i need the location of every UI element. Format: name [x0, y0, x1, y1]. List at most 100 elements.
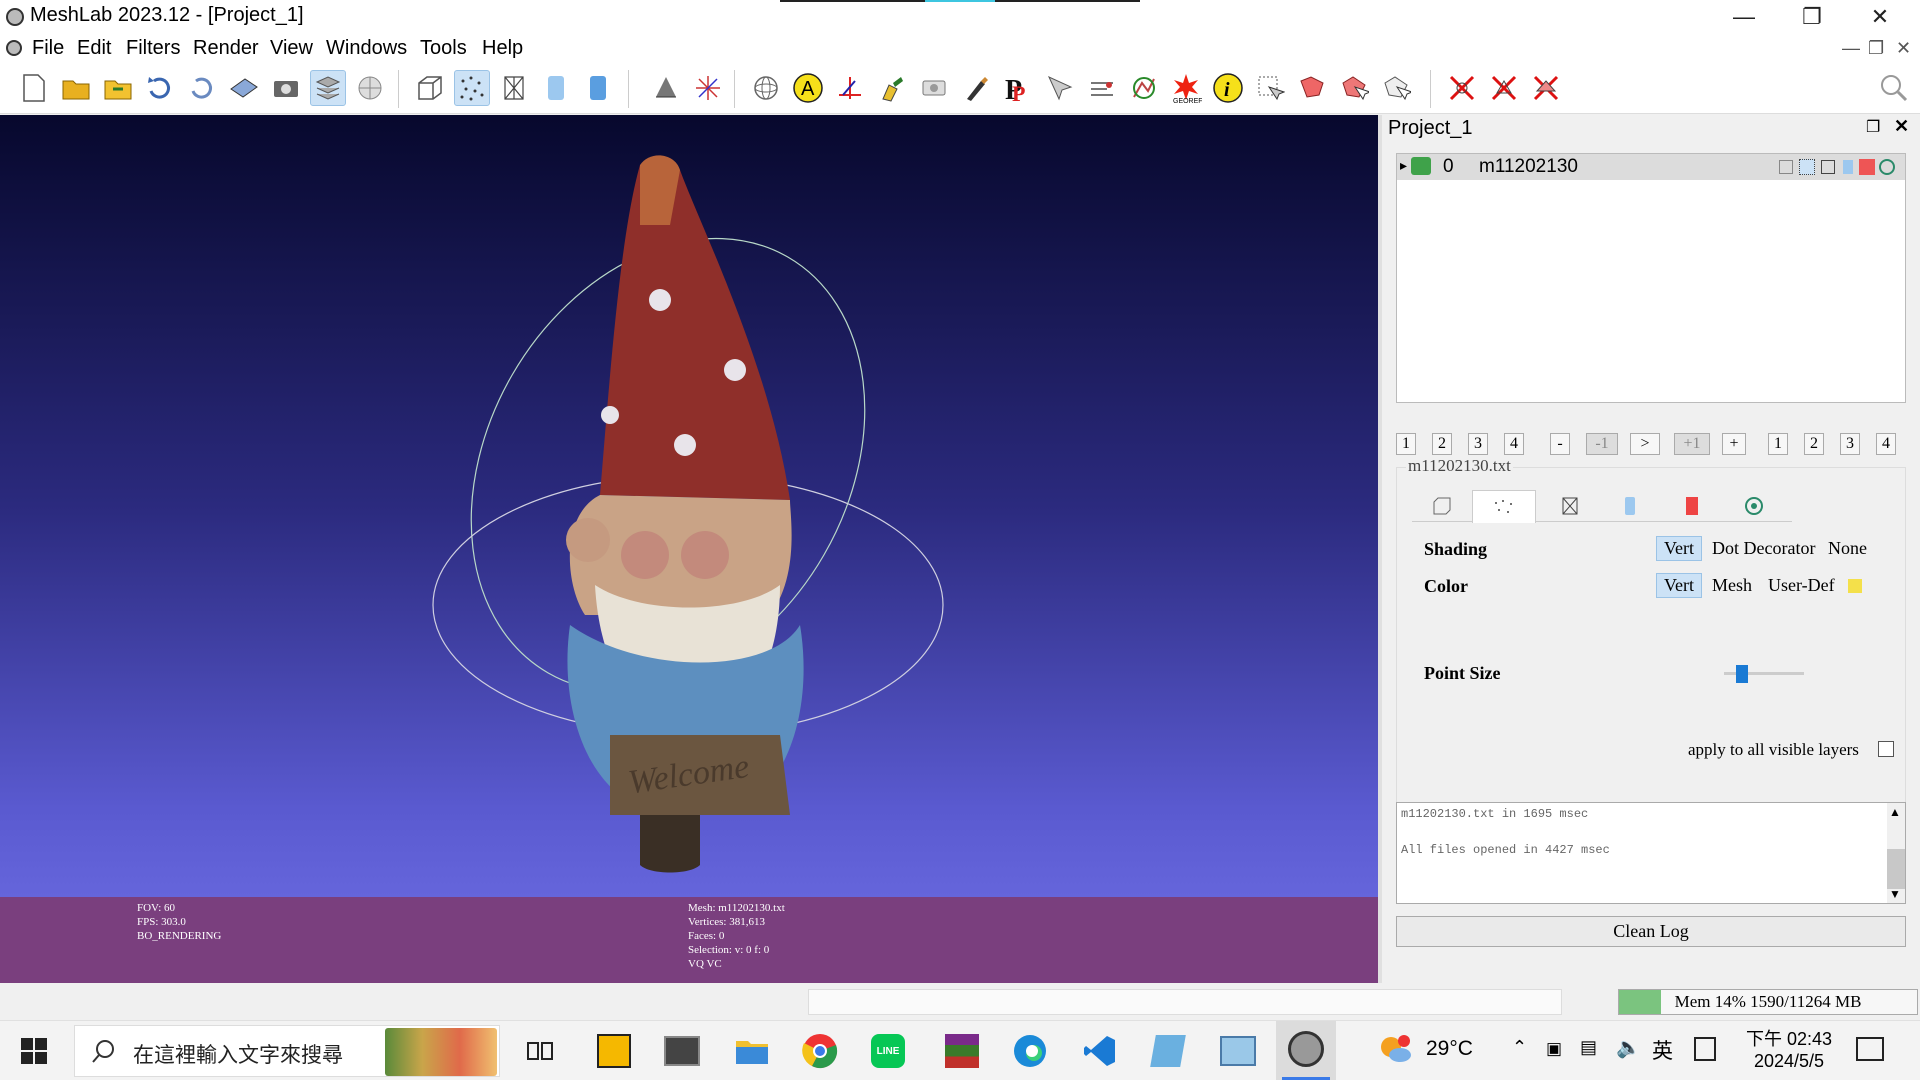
new-project-icon[interactable]	[16, 70, 52, 106]
minimize-button[interactable]: —	[1710, 0, 1778, 34]
network-icon[interactable]: ▤	[1580, 1037, 1597, 1058]
points-render-icon[interactable]	[454, 70, 490, 106]
weather-temp[interactable]: 29°C	[1426, 1037, 1473, 1061]
log-scrollbar[interactable]: ▲ ▼	[1887, 803, 1905, 903]
smooth-render-icon[interactable]	[580, 70, 616, 106]
menu-tools[interactable]: Tools	[420, 37, 467, 60]
tray-meet-icon[interactable]: ▣	[1546, 1039, 1562, 1059]
scroll-down-icon[interactable]: ▼	[1889, 887, 1901, 901]
layer-dialog-icon[interactable]	[310, 70, 346, 106]
slot-1-button[interactable]: 1	[1768, 433, 1788, 455]
shading-dot-decorator-button[interactable]: Dot Decorator	[1712, 538, 1815, 559]
tab-wire-icon[interactable]	[1540, 490, 1600, 522]
user-color-swatch[interactable]	[1848, 579, 1862, 593]
menu-help[interactable]: Help	[482, 37, 523, 60]
taskbar-app-snip-icon[interactable]	[660, 1029, 704, 1073]
brush-icon[interactable]	[958, 70, 994, 106]
raster-layer-icon[interactable]	[352, 70, 388, 106]
view-2-button[interactable]: 2	[1432, 433, 1452, 455]
axis-icon[interactable]	[690, 70, 726, 106]
layer-wire-icon[interactable]	[1821, 160, 1835, 174]
select-faces-rect-icon[interactable]	[1252, 70, 1288, 106]
volume-icon[interactable]: 🔈	[1616, 1035, 1641, 1060]
scroll-thumb[interactable]	[1887, 849, 1905, 889]
ime-indicator[interactable]: 英	[1652, 1035, 1673, 1065]
log-area[interactable]: m11202130.txt in 1695 msec All files ope…	[1396, 802, 1906, 904]
tab-points-icon[interactable]	[1472, 490, 1536, 523]
slot-4-button[interactable]: 4	[1876, 433, 1896, 455]
point-cloud-render[interactable]: Welcome	[0, 115, 1378, 897]
plus-button[interactable]: +	[1722, 433, 1746, 455]
taskbar-search-box[interactable]: 在這裡輸入文字來搜尋	[74, 1025, 500, 1077]
layer-bbox-icon[interactable]	[1779, 160, 1793, 174]
open-project-icon[interactable]	[58, 70, 94, 106]
delete-vertices-icon[interactable]	[1444, 70, 1480, 106]
measure-icon[interactable]	[832, 70, 868, 106]
taskbar-app-folder-icon[interactable]	[1216, 1029, 1260, 1073]
view-3-button[interactable]: 3	[1468, 433, 1488, 455]
georef-icon[interactable]: GEOREF	[1168, 70, 1204, 106]
taskbar-meshlab-active[interactable]	[1276, 1021, 1336, 1080]
select-area-icon[interactable]	[1336, 70, 1372, 106]
menu-render[interactable]: Render	[193, 37, 259, 60]
delete-faces-icon[interactable]	[1486, 70, 1522, 106]
winrar-icon[interactable]	[940, 1029, 984, 1073]
chrome-icon[interactable]	[798, 1029, 842, 1073]
ime-mode-icon[interactable]	[1694, 1037, 1716, 1061]
clock-date[interactable]: 2024/5/5	[1744, 1051, 1834, 1072]
3d-viewport[interactable]: Welcome FOV: 60 FPS: 303.0 BO_RENDERING …	[0, 115, 1378, 983]
tab-decorator-icon[interactable]	[1724, 490, 1784, 522]
close-button[interactable]: ✕	[1846, 0, 1914, 34]
minus-button[interactable]: -	[1550, 433, 1570, 455]
expand-icon[interactable]: ▸	[1400, 157, 1407, 174]
annotation-icon[interactable]: A	[790, 70, 826, 106]
file-explorer-icon[interactable]	[730, 1029, 774, 1073]
search-icon[interactable]	[1876, 70, 1912, 106]
layer-decorator-icon[interactable]	[1879, 159, 1895, 175]
clock-time[interactable]: 下午 02:43	[1744, 1025, 1834, 1051]
color-vert-button[interactable]: Vert	[1656, 573, 1702, 598]
notification-icon[interactable]	[1856, 1037, 1884, 1061]
mdi-minimize-icon[interactable]: —	[1842, 38, 1860, 59]
align-icon[interactable]	[1084, 70, 1120, 106]
line-app-icon[interactable]: LINE	[866, 1029, 910, 1073]
edge-icon[interactable]	[1008, 1029, 1052, 1073]
manipulator-icon[interactable]	[1126, 70, 1162, 106]
panel-close-icon[interactable]: ✕	[1894, 116, 1909, 137]
menu-filters[interactable]: Filters	[126, 37, 180, 60]
save-icon[interactable]	[226, 70, 262, 106]
layer-flat-icon[interactable]	[1843, 160, 1853, 174]
next-button[interactable]: >	[1630, 433, 1660, 455]
snapshot-icon[interactable]	[268, 70, 304, 106]
view-1-button[interactable]: 1	[1396, 433, 1416, 455]
info-icon[interactable]: i	[1210, 70, 1246, 106]
delete-faces-vertices-icon[interactable]	[1528, 70, 1564, 106]
vscode-icon[interactable]	[1078, 1029, 1122, 1073]
point-size-slider-handle[interactable]	[1736, 665, 1748, 683]
layer-texture-icon[interactable]	[1859, 159, 1875, 175]
scroll-up-icon[interactable]: ▲	[1889, 805, 1901, 819]
clean-log-button[interactable]: Clean Log	[1396, 916, 1906, 947]
tab-bbox-icon[interactable]	[1412, 490, 1472, 522]
select-connected-icon[interactable]	[1294, 70, 1330, 106]
raster-align-icon[interactable]	[916, 70, 952, 106]
taskbar-app-pro-icon[interactable]	[592, 1029, 636, 1073]
panel-float-icon[interactable]: ❐	[1866, 117, 1880, 137]
mdi-restore-icon[interactable]: ❐	[1868, 38, 1884, 59]
shading-none-button[interactable]: None	[1828, 538, 1867, 559]
shading-vert-button[interactable]: Vert	[1656, 536, 1702, 561]
restore-button[interactable]: ❐	[1778, 0, 1846, 34]
menu-edit[interactable]: Edit	[77, 37, 111, 60]
bbox-render-icon[interactable]	[412, 70, 448, 106]
select-paint-icon[interactable]	[1378, 70, 1414, 106]
slot-3-button[interactable]: 3	[1840, 433, 1860, 455]
apply-all-checkbox[interactable]	[1878, 741, 1894, 757]
mdi-close-icon[interactable]: ✕	[1896, 38, 1911, 59]
reload-icon[interactable]	[142, 70, 178, 106]
task-view-icon[interactable]	[518, 1029, 562, 1073]
start-windows-icon[interactable]	[12, 1029, 56, 1073]
reload-all-icon[interactable]	[184, 70, 220, 106]
menu-file[interactable]: File	[32, 37, 64, 60]
slot-2-button[interactable]: 2	[1804, 433, 1824, 455]
view-4-button[interactable]: 4	[1504, 433, 1524, 455]
